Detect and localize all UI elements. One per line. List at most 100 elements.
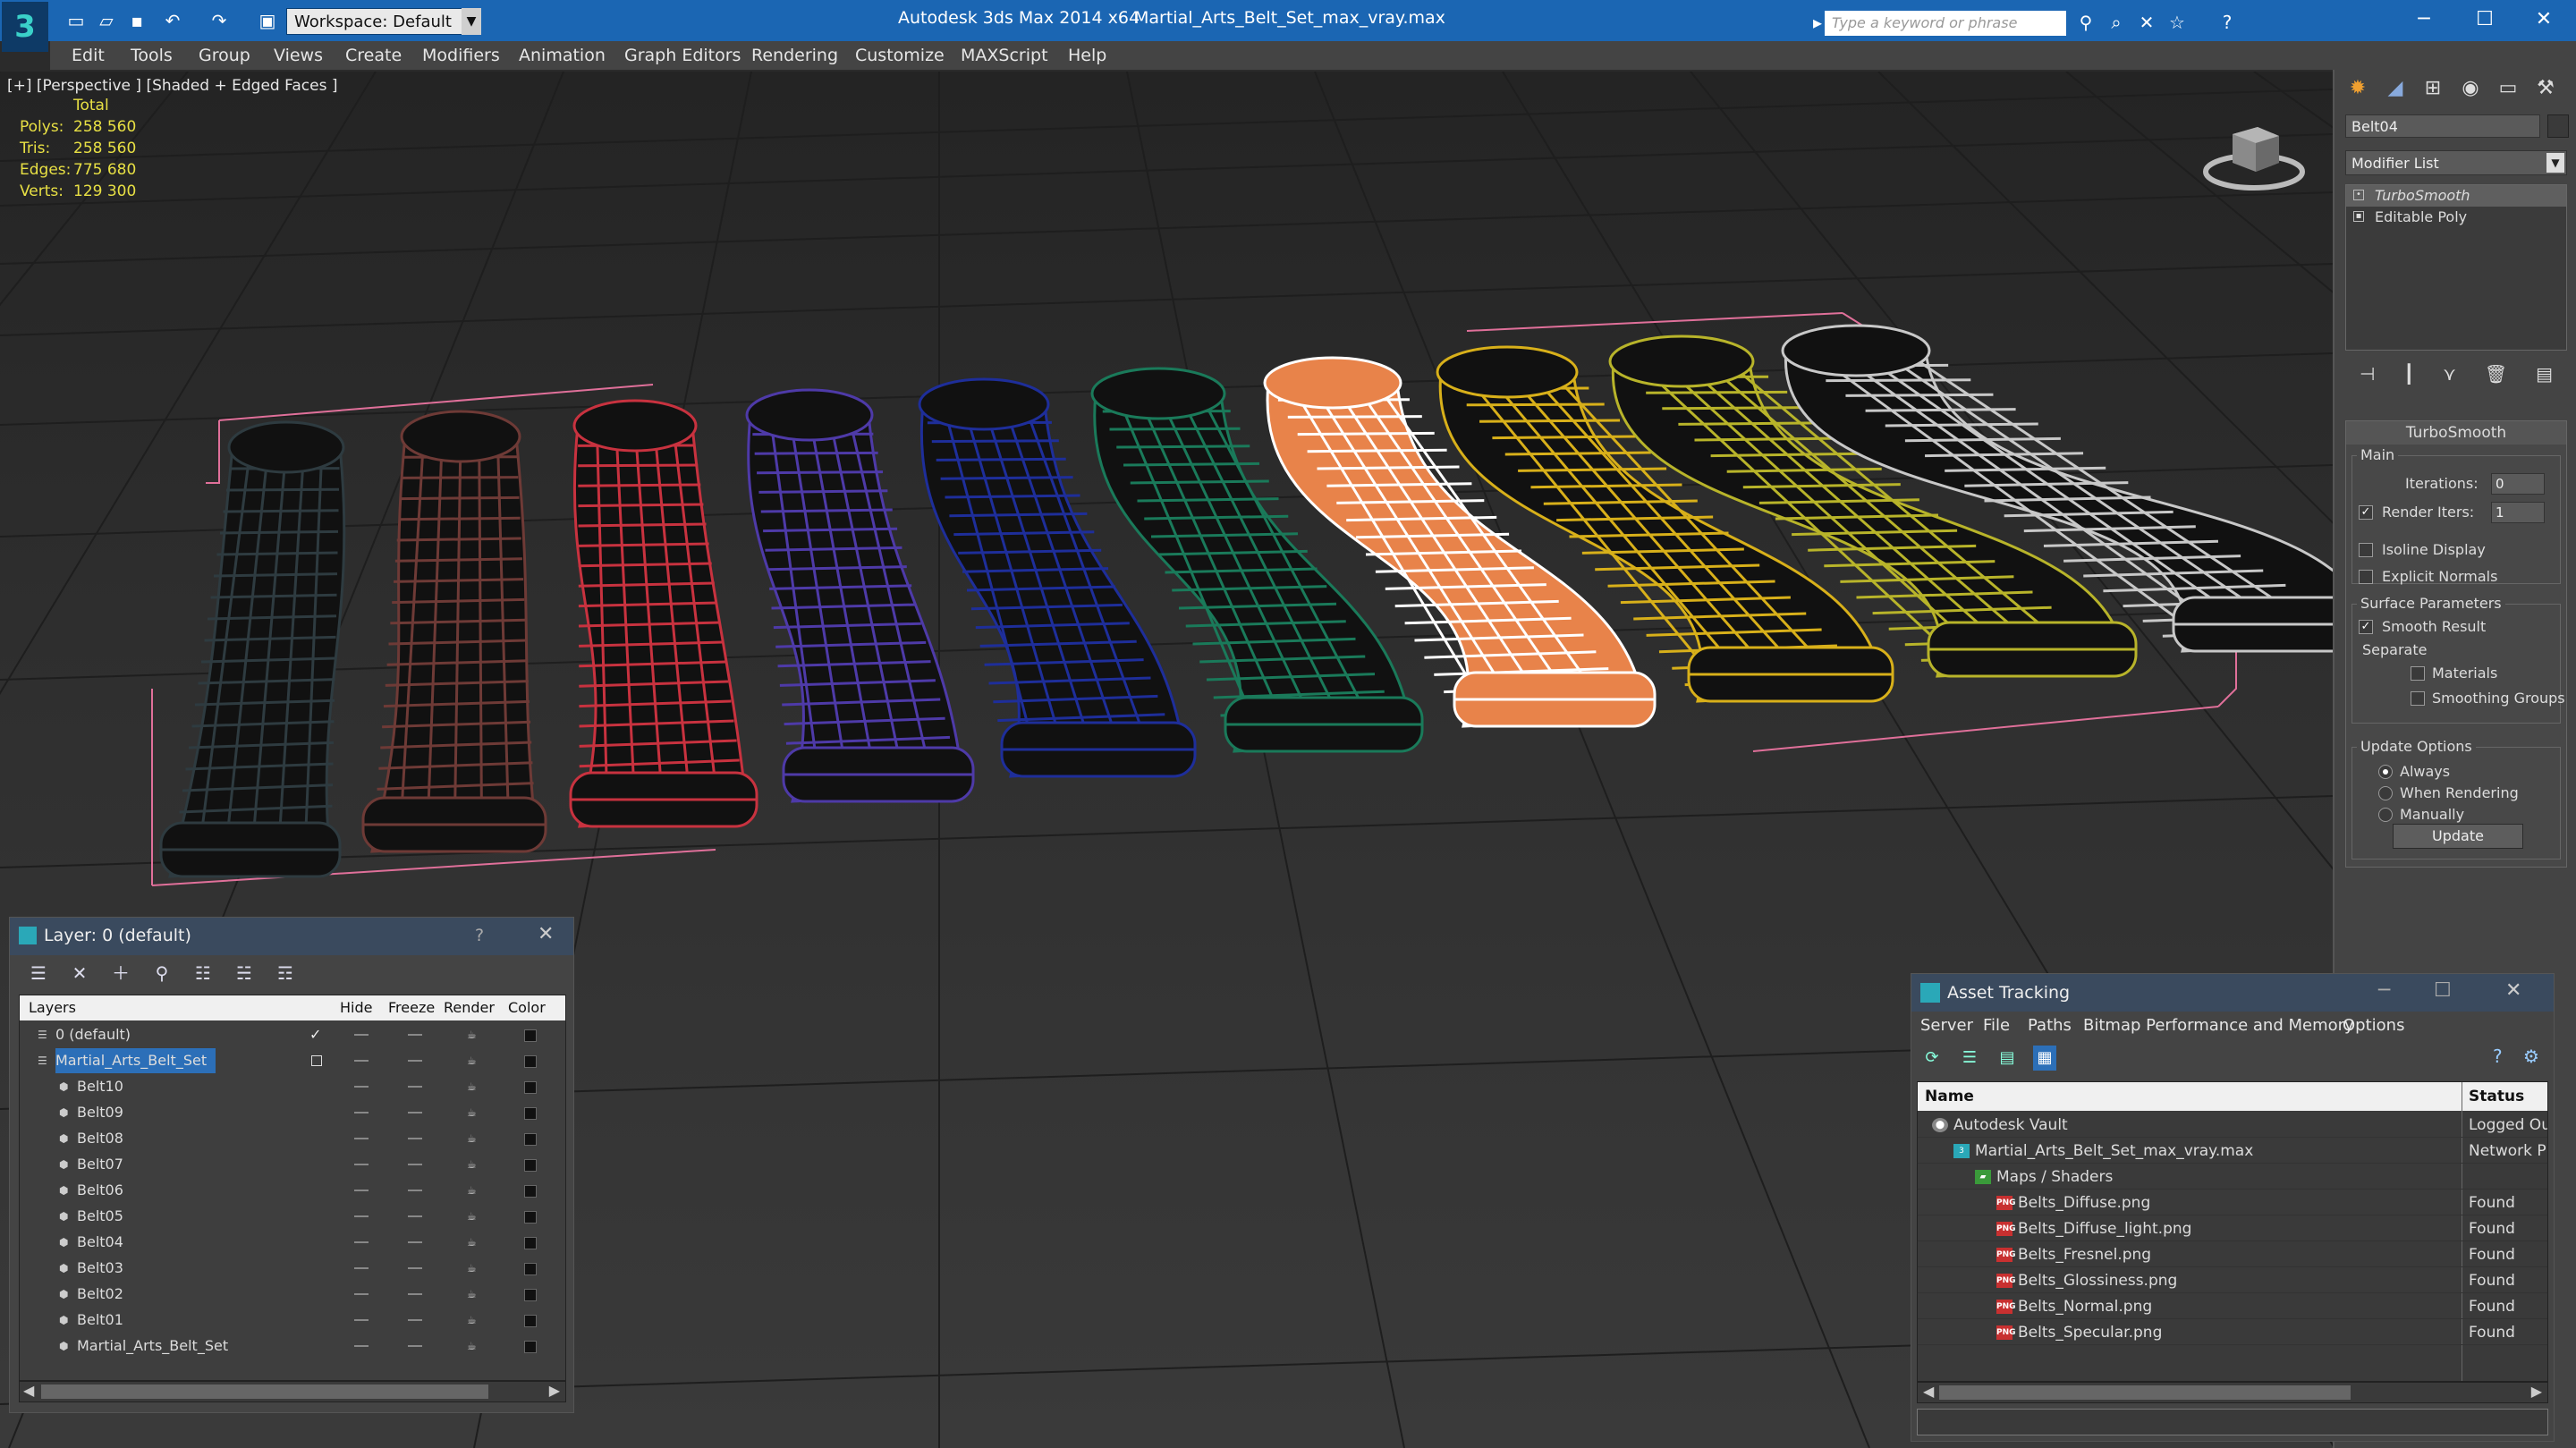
freeze-toggle[interactable] (408, 1345, 422, 1347)
asset-horizontal-scrollbar[interactable]: ◀ ▶ (1917, 1382, 2548, 1403)
render-teapot-icon[interactable]: ☕ (467, 1029, 479, 1041)
asset-path-field[interactable] (1917, 1409, 2548, 1435)
project-folder-icon[interactable]: ▣ (256, 9, 279, 32)
pin-stack-icon[interactable]: ⊣ (2360, 363, 2375, 385)
maximize-icon[interactable]: ☐ (2434, 979, 2452, 1002)
smooth-result-checkbox[interactable]: ✓ (2359, 620, 2373, 634)
asset-row[interactable]: PNG Belts_Diffuse_light.png Found (1918, 1216, 2547, 1241)
close-icon[interactable]: ✕ (2505, 979, 2521, 1002)
scroll-right-icon[interactable]: ▶ (549, 1382, 560, 1399)
hide-toggle[interactable] (354, 1215, 369, 1217)
redo-icon[interactable]: ↷ (208, 9, 231, 32)
asset-menu-paths[interactable]: Paths (2028, 1016, 2072, 1035)
hide-toggle[interactable] (354, 1190, 369, 1191)
manually-radio[interactable] (2378, 808, 2393, 822)
hide-toggle[interactable] (354, 1319, 369, 1321)
hide-toggle[interactable] (354, 1086, 369, 1088)
hide-toggle[interactable] (354, 1345, 369, 1347)
layer-object-row[interactable]: ⬢ Martial_Arts_Belt_Set ☕ (20, 1334, 565, 1359)
asset-row[interactable]: PNG Belts_Diffuse.png Found (1918, 1190, 2547, 1215)
asset-menu-server[interactable]: Server (1920, 1016, 1973, 1035)
delete-layer-icon[interactable]: ✕ (69, 961, 90, 986)
chevron-down-icon[interactable]: ▼ (2546, 153, 2564, 173)
help-icon[interactable]: ? (475, 926, 484, 945)
column-layers[interactable]: Layers (29, 999, 76, 1016)
new-file-icon[interactable]: ▭ (64, 9, 88, 32)
layer-object-row[interactable]: ⬢ Belt02 ☕ (20, 1282, 565, 1307)
freeze-toggle[interactable] (408, 1190, 422, 1191)
hierarchy-tab-icon[interactable]: ⊞ (2417, 73, 2449, 104)
chevron-down-icon[interactable]: ▼ (462, 8, 481, 35)
layer-object-row[interactable]: ⬢ Belt04 ☕ (20, 1230, 565, 1255)
menu-rendering[interactable]: Rendering (751, 46, 838, 65)
menu-tools[interactable]: Tools (131, 46, 173, 65)
hide-toggle[interactable] (354, 1138, 369, 1139)
explicit-normals-checkbox[interactable] (2359, 570, 2373, 584)
column-freeze[interactable]: Freeze (388, 999, 435, 1016)
render-teapot-icon[interactable]: ☕ (467, 1288, 479, 1300)
render-teapot-icon[interactable]: ☕ (467, 1158, 479, 1171)
app-logo-icon[interactable]: 3 (2, 2, 48, 52)
render-teapot-icon[interactable]: ☕ (467, 1054, 479, 1067)
layer-horizontal-scrollbar[interactable]: ◀ ▶ (19, 1381, 566, 1402)
layer-object-row[interactable]: ⬢ Belt07 ☕ (20, 1152, 565, 1177)
select-layer-icon[interactable]: ☷ (192, 961, 214, 986)
add-to-layer-icon[interactable]: ＋ (110, 961, 131, 986)
layer-object-row[interactable]: ⬢ Belt10 ☕ (20, 1074, 565, 1099)
asset-menu-options[interactable]: Options (2343, 1016, 2404, 1035)
render-iters-spinner[interactable]: 1 (2491, 502, 2545, 523)
modify-tab-icon[interactable]: ◢ (2379, 73, 2411, 104)
freeze-toggle[interactable] (408, 1112, 422, 1114)
when-rendering-radio[interactable] (2378, 786, 2393, 800)
always-radio[interactable] (2378, 765, 2393, 779)
layer-color-swatch[interactable] (524, 1211, 537, 1224)
asset-panel-titlebar[interactable]: Asset Tracking ─ ☐ ✕ (1911, 974, 2554, 1012)
create-layer-icon[interactable]: ☰ (28, 961, 49, 986)
layer-color-swatch[interactable] (524, 1029, 537, 1042)
settings-icon[interactable]: ⚙ (2523, 1046, 2539, 1067)
expand-icon[interactable]: ▪ (2353, 211, 2364, 222)
search-icon[interactable]: ⌕ (2104, 11, 2129, 34)
render-teapot-icon[interactable]: ☕ (467, 1236, 479, 1249)
freeze-toggle[interactable] (408, 1293, 422, 1295)
remove-modifier-icon[interactable]: 🗑 (2485, 363, 2507, 385)
set-current-layer-icon[interactable] (311, 1055, 322, 1066)
hide-freeze-all-icon[interactable]: ☶ (275, 961, 296, 986)
modifier-list-dropdown[interactable]: Modifier List ▼ (2345, 150, 2567, 175)
layer-object-row[interactable]: ⬢ Belt09 ☕ (20, 1100, 565, 1125)
materials-checkbox[interactable] (2411, 666, 2425, 681)
viewport-label[interactable]: [+] [Perspective ] [Shaded + Edged Faces… (7, 77, 337, 95)
freeze-toggle[interactable] (408, 1086, 422, 1088)
help-icon[interactable]: ? (2493, 1046, 2503, 1067)
maximize-icon[interactable]: ☐ (2458, 4, 2512, 36)
column-name[interactable]: Name (1925, 1088, 1974, 1105)
freeze-toggle[interactable] (408, 1267, 422, 1269)
freeze-toggle[interactable] (408, 1060, 422, 1062)
current-layer-check-icon[interactable]: ✓ (309, 1022, 321, 1047)
layer-color-swatch[interactable] (524, 1081, 537, 1094)
close-icon[interactable]: ✕ (2517, 4, 2571, 36)
layer-color-swatch[interactable] (524, 1185, 537, 1198)
asset-row[interactable]: ▰ Maps / Shaders (1918, 1164, 2547, 1190)
hide-toggle[interactable] (354, 1112, 369, 1114)
scroll-thumb[interactable] (1939, 1385, 2351, 1400)
scroll-right-icon[interactable]: ▶ (2531, 1383, 2542, 1400)
show-end-result-icon[interactable]: ┃ (2403, 363, 2414, 385)
layer-object-row[interactable]: ⬢ Belt08 ☕ (20, 1126, 565, 1151)
layer-object-row[interactable]: ⬢ Belt01 ☕ (20, 1308, 565, 1333)
freeze-toggle[interactable] (408, 1215, 422, 1217)
light-bulb-icon[interactable]: • (2353, 190, 2364, 200)
favorites-star-icon[interactable]: ☆ (2165, 11, 2190, 34)
belt-mesh[interactable] (361, 410, 547, 853)
viewcube-icon[interactable] (2200, 116, 2308, 197)
asset-row[interactable]: ⬤ Autodesk Vault Logged Ou (1918, 1113, 2547, 1138)
freeze-toggle[interactable] (408, 1138, 422, 1139)
column-hide[interactable]: Hide (340, 999, 372, 1016)
minimize-icon[interactable]: ─ (2397, 4, 2451, 36)
communication-icon[interactable]: ✕ (2134, 11, 2159, 34)
menu-help[interactable]: Help (1068, 46, 1106, 65)
isoline-display-checkbox[interactable] (2359, 543, 2373, 557)
layer-panel-titlebar[interactable]: Layer: 0 (default) ? ✕ (10, 918, 573, 955)
update-button[interactable]: Update (2393, 824, 2523, 849)
scroll-thumb[interactable] (41, 1384, 488, 1399)
